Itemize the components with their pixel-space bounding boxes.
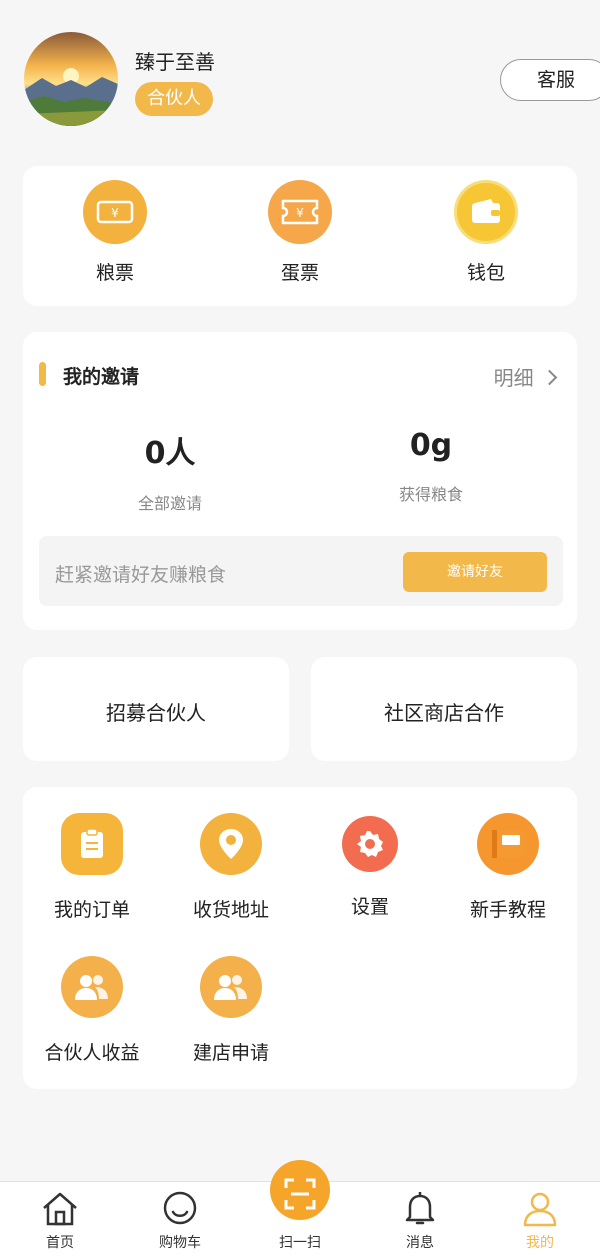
community-shop-coop-label: 社区商店合作 (384, 701, 504, 725)
invite-prompt-box: 赶紧邀请好友赚粮食 邀请好友 (39, 536, 563, 606)
nav-cart[interactable]: 购物车 (120, 1182, 240, 1259)
book-icon (477, 813, 539, 875)
username: 臻于至善 (135, 50, 215, 74)
tutorial-label: 新手教程 (469, 899, 546, 921)
my-orders-label: 我的订单 (53, 899, 130, 921)
grain-ticket-label: 粮票 (95, 262, 134, 284)
partner-earnings-button[interactable]: 合伙人收益 (23, 956, 161, 1065)
grain-earned-stat: 0g 获得粮食 (331, 428, 531, 505)
cart-icon (163, 1191, 197, 1225)
store-application-label: 建店申请 (192, 1042, 269, 1064)
recruit-partner-button[interactable]: 招募合伙人 (23, 657, 289, 761)
shipping-address-button[interactable]: 收货地址 (162, 813, 300, 922)
quick-actions-card: ¥ 粮票 ¥ 蛋票 钱包 (23, 166, 577, 306)
invite-title: 我的邀请 (63, 366, 140, 388)
scan-icon (270, 1160, 330, 1220)
invite-detail-label: 明细 (493, 366, 534, 390)
chevron-right-icon (541, 369, 558, 386)
settings-label: 设置 (350, 896, 389, 918)
shipping-address-label: 收货地址 (192, 899, 269, 921)
section-accent-bar (39, 362, 46, 386)
nav-home-label: 首页 (46, 1235, 74, 1251)
my-orders-button[interactable]: 我的订单 (23, 813, 161, 922)
partner-badge: 合伙人 (135, 82, 213, 116)
egg-ticket-icon: ¥ (268, 180, 332, 244)
bottom-nav: 首页 购物车 扫一扫 消息 我的 (0, 1160, 600, 1259)
bell-icon (405, 1192, 435, 1225)
settings-button[interactable]: 设置 (301, 813, 439, 919)
order-icon (61, 813, 123, 875)
nav-profile[interactable]: 我的 (480, 1182, 600, 1259)
invite-count-caption: 全部邀请 (137, 494, 202, 513)
store-application-button[interactable]: 建店申请 (162, 956, 300, 1065)
grain-earned-value: 0g (409, 428, 453, 463)
tutorial-button[interactable]: 新手教程 (439, 813, 577, 922)
egg-ticket-label: 蛋票 (280, 262, 319, 284)
community-shop-coop-button[interactable]: 社区商店合作 (311, 657, 577, 761)
nav-messages[interactable]: 消息 (360, 1182, 480, 1259)
svg-text:¥: ¥ (111, 206, 119, 220)
grain-ticket-button[interactable]: ¥ 粮票 (60, 180, 170, 285)
home-icon (43, 1192, 77, 1226)
svg-text:¥: ¥ (296, 206, 304, 220)
partner-earnings-label: 合伙人收益 (44, 1042, 140, 1064)
avatar[interactable] (24, 32, 118, 126)
nav-profile-label: 我的 (526, 1235, 554, 1251)
invite-count-value: 0人 (144, 436, 196, 471)
recruit-partner-label: 招募合伙人 (106, 701, 206, 725)
service-menu-card: 我的订单 收货地址 设置 新手教程 合伙人收益 建店申请 (23, 787, 577, 1089)
wallet-icon (454, 180, 518, 244)
nav-home[interactable]: 首页 (0, 1182, 120, 1259)
gear-icon (342, 816, 398, 872)
people-icon (61, 956, 123, 1018)
invite-detail-link[interactable]: 明细 (493, 362, 558, 391)
grain-earned-caption: 获得粮食 (398, 485, 463, 504)
nav-scan[interactable]: 扫一扫 (240, 1160, 360, 1259)
profile-header: 臻于至善 合伙人 客服 (0, 0, 600, 150)
invite-friends-button[interactable]: 邀请好友 (403, 552, 547, 592)
nav-messages-label: 消息 (406, 1235, 434, 1251)
my-invite-card: 我的邀请 明细 0人 全部邀请 0g 获得粮食 赶紧邀请好友赚粮食 邀请好友 (23, 332, 577, 630)
nav-scan-label: 扫一扫 (279, 1235, 321, 1251)
grain-ticket-icon: ¥ (83, 180, 147, 244)
invite-prompt-text: 赶紧邀请好友赚粮食 (55, 564, 227, 586)
nav-cart-label: 购物车 (159, 1235, 201, 1251)
user-icon (523, 1192, 557, 1227)
wallet-label: 钱包 (466, 262, 505, 284)
invite-count-stat: 0人 全部邀请 (70, 428, 270, 514)
egg-ticket-button[interactable]: ¥ 蛋票 (245, 180, 355, 285)
customer-service-button[interactable]: 客服 (500, 59, 600, 101)
people-icon (200, 956, 262, 1018)
wallet-button[interactable]: 钱包 (431, 180, 541, 285)
location-icon (200, 813, 262, 875)
